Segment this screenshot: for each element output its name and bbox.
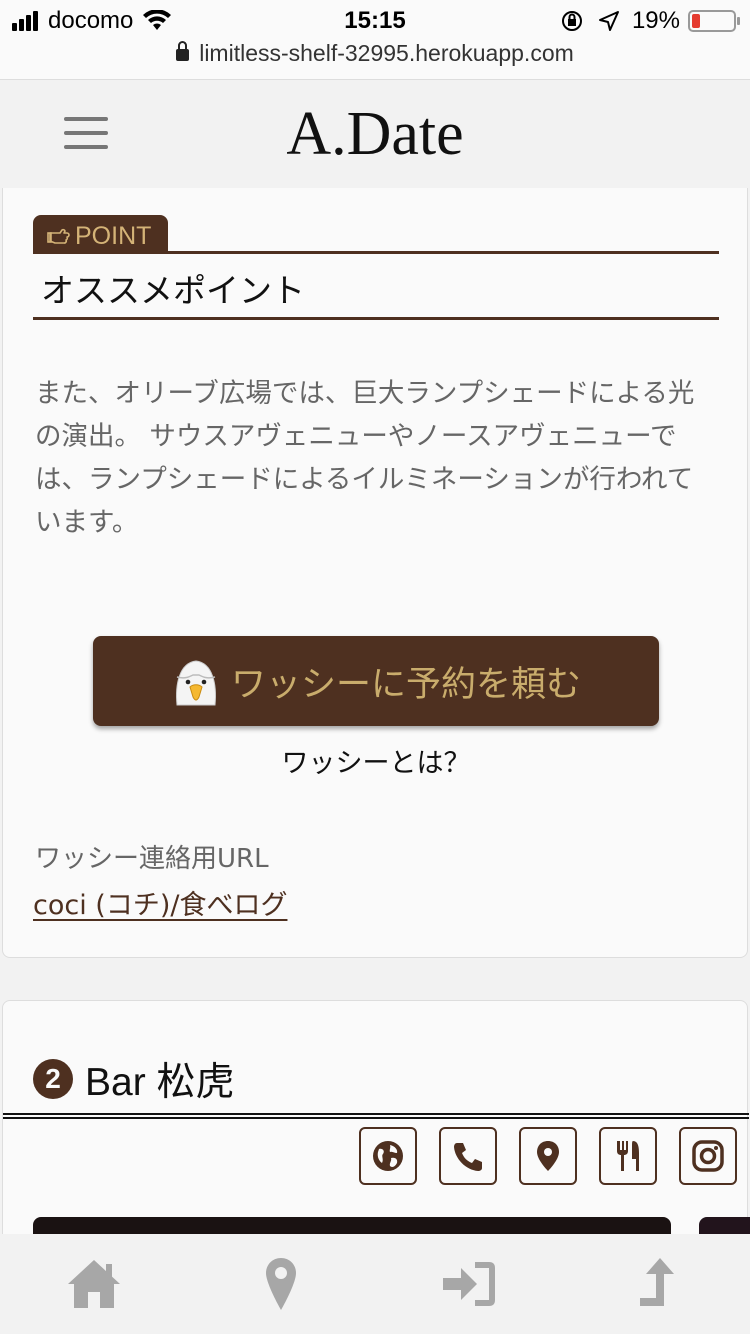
instagram-icon [692, 1140, 724, 1172]
contact-url-link[interactable]: coci (コチ)/食べログ [33, 883, 287, 922]
spot-title: 2 Bar 松虎 [33, 1051, 235, 1107]
bottom-nav [0, 1234, 750, 1334]
what-is-wasshi-link[interactable]: ワッシーとは？ [3, 741, 749, 780]
address-bar[interactable]: limitless-shelf-32995.herokuapp.com [0, 40, 750, 80]
status-bar: docomo 15:15 19% [0, 0, 750, 40]
scroll-top-icon [640, 1258, 675, 1306]
nav-map[interactable] [206, 1234, 356, 1334]
location-arrow-icon [598, 11, 619, 31]
map-pin-icon [537, 1141, 559, 1171]
point-description: また、オリーブ広場では、巨大ランプシェードによる光の演出。 サウスアヴェニューや… [35, 378, 695, 538]
nav-home[interactable] [19, 1234, 169, 1334]
rotation-lock-icon [561, 11, 582, 31]
site-logo[interactable]: A.Date [0, 99, 750, 170]
call-button[interactable] [439, 1127, 497, 1185]
website-button[interactable] [359, 1127, 417, 1185]
globe-icon [373, 1141, 403, 1171]
home-icon [67, 1260, 120, 1308]
reserve-button[interactable]: ワッシーに予約を頼む [93, 636, 659, 726]
battery-percent: 19% [631, 7, 680, 34]
restaurant-icon [617, 1141, 639, 1171]
nav-scroll-top[interactable] [581, 1234, 731, 1334]
contact-url-label: ワッシー連絡用URL [35, 844, 269, 874]
map-button[interactable] [519, 1127, 577, 1185]
login-icon [442, 1262, 495, 1306]
pointing-hand-icon [47, 228, 70, 244]
title-divider [3, 1113, 749, 1119]
section-title: オススメポイント [33, 251, 719, 320]
eagle-icon [176, 660, 216, 706]
lock-icon [176, 41, 190, 61]
map-pin-icon [266, 1258, 297, 1310]
spot-number-badge: 2 [33, 1059, 73, 1099]
tabelog-button[interactable] [599, 1127, 657, 1185]
site-header: A.Date [0, 81, 750, 188]
spot-detail-card: POINT オススメポイント また、オリーブ広場では、巨大ランプシェードによる光… [2, 188, 748, 958]
spot-links [359, 1127, 737, 1185]
phone-icon [454, 1143, 482, 1171]
point-tag: POINT [33, 215, 168, 251]
point-tag-label: POINT [75, 221, 152, 250]
url-text: limitless-shelf-32995.herokuapp.com [199, 40, 574, 66]
instagram-button[interactable] [679, 1127, 737, 1185]
nav-login[interactable] [394, 1234, 544, 1334]
battery-icon [688, 10, 740, 32]
reserve-button-label: ワッシーに予約を頼む [230, 664, 581, 705]
spot-name: Bar 松虎 [85, 1061, 235, 1104]
